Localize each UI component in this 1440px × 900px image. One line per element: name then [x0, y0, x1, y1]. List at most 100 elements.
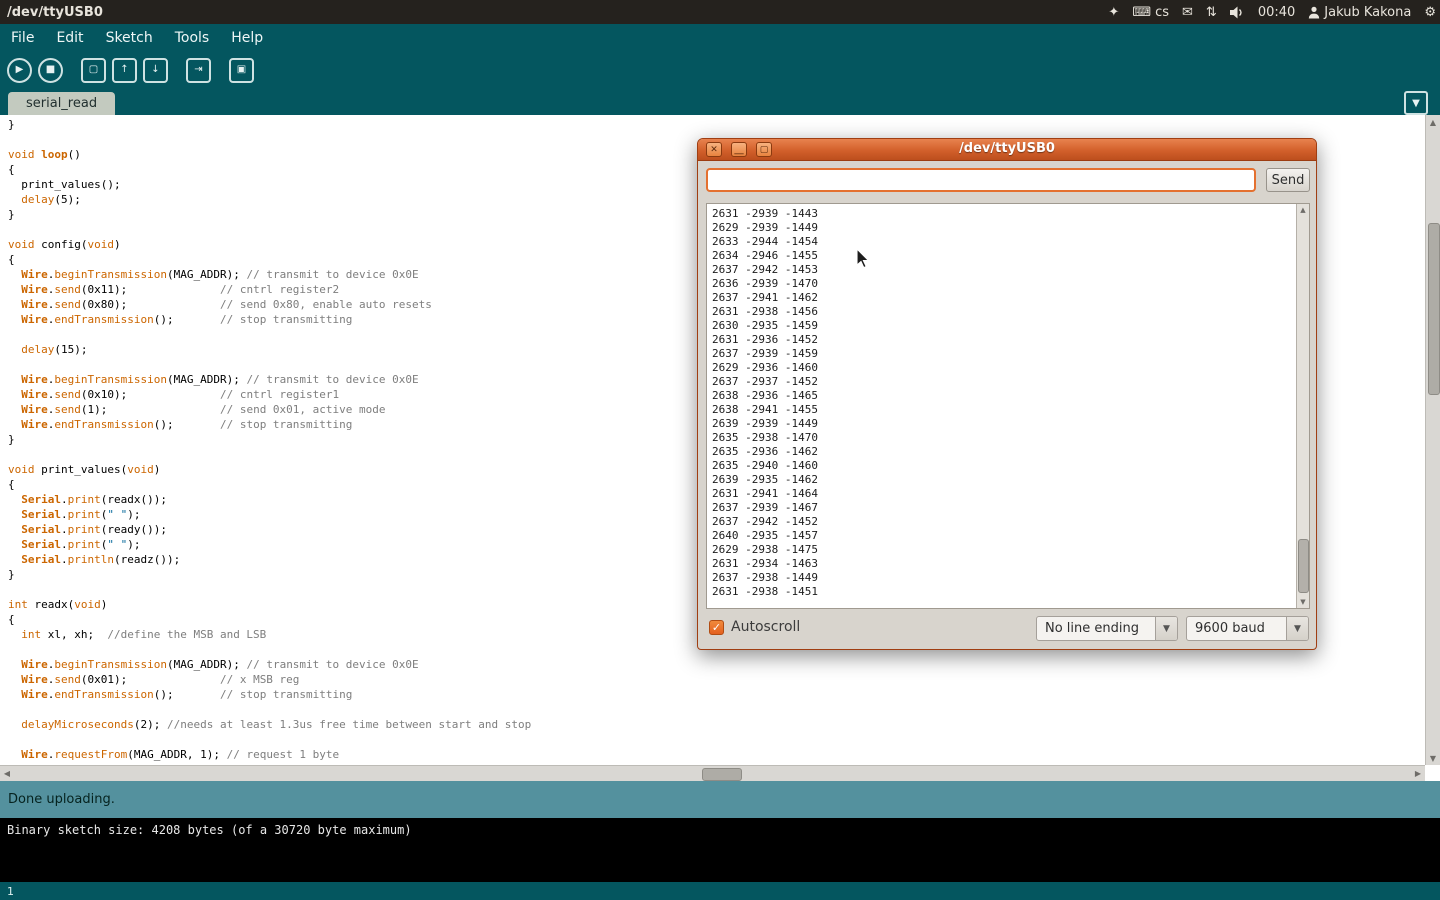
serial-output-line: 2637 -2939 -1467 — [712, 501, 1304, 515]
tabbar: serial_read ▼ — [0, 88, 1440, 115]
serial-output-line: 2637 -2941 -1462 — [712, 291, 1304, 305]
code-line: delayMicroseconds(2); //needs at least 1… — [8, 717, 1425, 732]
code-line — [8, 702, 1425, 717]
top-panel: /dev/ttyUSB0 ✦ ⌨ cs ✉ ⇅ 00:40 Jakub Kako… — [0, 0, 1440, 24]
serial-monitor-titlebar[interactable]: ✕ ＿ ▢ /dev/ttyUSB0 — [698, 139, 1316, 161]
menu-file[interactable]: File — [0, 30, 45, 46]
network-indicator-icon[interactable]: ⇅ — [1206, 5, 1217, 20]
serial-output-line: 2638 -2936 -1465 — [712, 389, 1304, 403]
code-line: Wire.beginTransmission(MAG_ADDR); // tra… — [8, 657, 1425, 672]
serial-output-line: 2633 -2944 -1454 — [712, 235, 1304, 249]
keyboard-layout-label: cs — [1155, 5, 1169, 20]
serial-scroll-up-arrow-icon[interactable]: ▲ — [1297, 204, 1309, 216]
editor-horizontal-scrollbar[interactable]: ◀ ▶ — [0, 765, 1425, 781]
footer-bar: 1 — [0, 882, 1440, 900]
menu-help[interactable]: Help — [220, 30, 274, 46]
serial-scroll-down-arrow-icon[interactable]: ▼ — [1297, 596, 1309, 608]
save-sketch-button[interactable]: ↓ — [143, 58, 168, 83]
editor-vertical-scrollbar[interactable]: ▲ ▼ — [1425, 115, 1440, 765]
mail-indicator-icon[interactable]: ✉ — [1182, 5, 1193, 20]
serial-output-line: 2629 -2938 -1475 — [712, 543, 1304, 557]
serial-output-line: 2629 -2939 -1449 — [712, 221, 1304, 235]
serial-input-field[interactable] — [706, 168, 1256, 192]
serial-monitor-window: ✕ ＿ ▢ /dev/ttyUSB0 Send 2631 -2939 -1443… — [697, 138, 1317, 650]
serial-output-line: 2640 -2935 -1457 — [712, 529, 1304, 543]
serial-scroll-thumb[interactable] — [1298, 539, 1309, 593]
tab-menu-button[interactable]: ▼ — [1404, 91, 1428, 115]
serial-monitor-button[interactable]: ▣ — [229, 58, 254, 83]
keyboard-layout-indicator[interactable]: ⌨ cs — [1132, 5, 1169, 20]
menubar: File Edit Sketch Tools Help — [0, 24, 1440, 52]
user-name-label: Jakub Kakona — [1324, 5, 1411, 20]
menu-tools[interactable]: Tools — [164, 30, 221, 46]
serial-output-line: 2637 -2937 -1452 — [712, 375, 1304, 389]
upload-button[interactable]: ⇥ — [186, 58, 211, 83]
open-sketch-button[interactable]: ↑ — [112, 58, 137, 83]
tab-serial-read[interactable]: serial_read — [8, 92, 115, 115]
new-sketch-button[interactable]: ▢ — [81, 58, 106, 83]
serial-output-line: 2629 -2936 -1460 — [712, 361, 1304, 375]
serial-output-line: 2631 -2934 -1463 — [712, 557, 1304, 571]
user-icon — [1308, 6, 1320, 19]
scroll-up-arrow-icon[interactable]: ▲ — [1426, 115, 1440, 129]
panel-window-title: /dev/ttyUSB0 — [0, 5, 103, 20]
menu-edit[interactable]: Edit — [45, 30, 94, 46]
autoscroll-label: Autoscroll — [731, 619, 800, 635]
indicator-star-icon[interactable]: ✦ — [1108, 5, 1119, 20]
session-gear-icon[interactable]: ⚙ — [1424, 5, 1436, 20]
console-text: Binary sketch size: 4208 bytes (of a 307… — [7, 823, 412, 837]
user-indicator[interactable]: Jakub Kakona — [1308, 5, 1411, 20]
serial-output-line: 2631 -2938 -1456 — [712, 305, 1304, 319]
serial-monitor-controls: ✓ Autoscroll No line ending ▼ 9600 baud … — [698, 615, 1316, 645]
line-ending-select[interactable]: No line ending ▼ — [1036, 616, 1178, 641]
serial-output-line: 2631 -2936 -1452 — [712, 333, 1304, 347]
serial-output-line: 2637 -2938 -1449 — [712, 571, 1304, 585]
serial-output-line: 2631 -2939 -1443 — [712, 207, 1304, 221]
scroll-right-arrow-icon[interactable]: ▶ — [1411, 766, 1425, 781]
volume-indicator-icon[interactable] — [1230, 6, 1245, 19]
chevron-down-icon[interactable]: ▼ — [1286, 617, 1308, 640]
serial-output: 2631 -2939 -14432629 -2939 -14492633 -29… — [707, 204, 1309, 602]
status-bar: Done uploading. — [0, 781, 1440, 818]
serial-output-line: 2634 -2946 -1455 — [712, 249, 1304, 263]
clock-indicator[interactable]: 00:40 — [1258, 5, 1295, 20]
serial-monitor-title: /dev/ttyUSB0 — [698, 141, 1316, 156]
panel-indicators: ✦ ⌨ cs ✉ ⇅ 00:40 Jakub Kakona ⚙ — [1108, 0, 1436, 24]
serial-output-line: 2631 -2938 -1451 — [712, 585, 1304, 599]
serial-output-line: 2637 -2942 -1452 — [712, 515, 1304, 529]
serial-output-line: 2635 -2940 -1460 — [712, 459, 1304, 473]
code-line — [8, 732, 1425, 747]
serial-output-line: 2639 -2939 -1449 — [712, 417, 1304, 431]
serial-output-line: 2639 -2935 -1462 — [712, 473, 1304, 487]
build-console: Binary sketch size: 4208 bytes (of a 307… — [0, 818, 1440, 882]
stop-button[interactable]: ■ — [38, 58, 63, 83]
serial-output-area[interactable]: 2631 -2939 -14432629 -2939 -14492633 -29… — [706, 203, 1310, 609]
line-number-indicator: 1 — [7, 885, 14, 898]
send-button[interactable]: Send — [1266, 168, 1310, 192]
code-line: Wire.endTransmission(); // stop transmit… — [8, 687, 1425, 702]
code-line: Wire.requestFrom(MAG_ADDR, 1); // reques… — [8, 747, 1425, 762]
toolbar: ▶ ■ ▢ ↑ ↓ ⇥ ▣ — [0, 52, 1440, 88]
scroll-left-arrow-icon[interactable]: ◀ — [0, 766, 14, 781]
autoscroll-checkbox[interactable]: ✓ — [709, 620, 724, 635]
verify-button[interactable]: ▶ — [7, 58, 32, 83]
serial-output-line: 2638 -2941 -1455 — [712, 403, 1304, 417]
editor-vscroll-thumb[interactable] — [1428, 223, 1440, 395]
serial-output-line: 2631 -2941 -1464 — [712, 487, 1304, 501]
scroll-down-arrow-icon[interactable]: ▼ — [1426, 751, 1440, 765]
line-ending-value: No line ending — [1045, 621, 1139, 636]
keyboard-icon: ⌨ — [1132, 5, 1151, 20]
code-line: Wire.send(0x01); // x MSB reg — [8, 672, 1425, 687]
baud-rate-select[interactable]: 9600 baud ▼ — [1186, 616, 1309, 641]
serial-output-line: 2636 -2939 -1470 — [712, 277, 1304, 291]
serial-output-line: 2635 -2938 -1470 — [712, 431, 1304, 445]
serial-output-scrollbar[interactable]: ▲ ▼ — [1296, 204, 1309, 608]
serial-output-line: 2637 -2942 -1453 — [712, 263, 1304, 277]
baud-rate-value: 9600 baud — [1195, 621, 1265, 636]
status-message: Done uploading. — [8, 792, 115, 807]
serial-output-line: 2637 -2939 -1459 — [712, 347, 1304, 361]
chevron-down-icon[interactable]: ▼ — [1155, 617, 1177, 640]
menu-sketch[interactable]: Sketch — [95, 30, 164, 46]
code-line: } — [8, 117, 1425, 132]
editor-hscroll-thumb[interactable] — [702, 768, 742, 781]
